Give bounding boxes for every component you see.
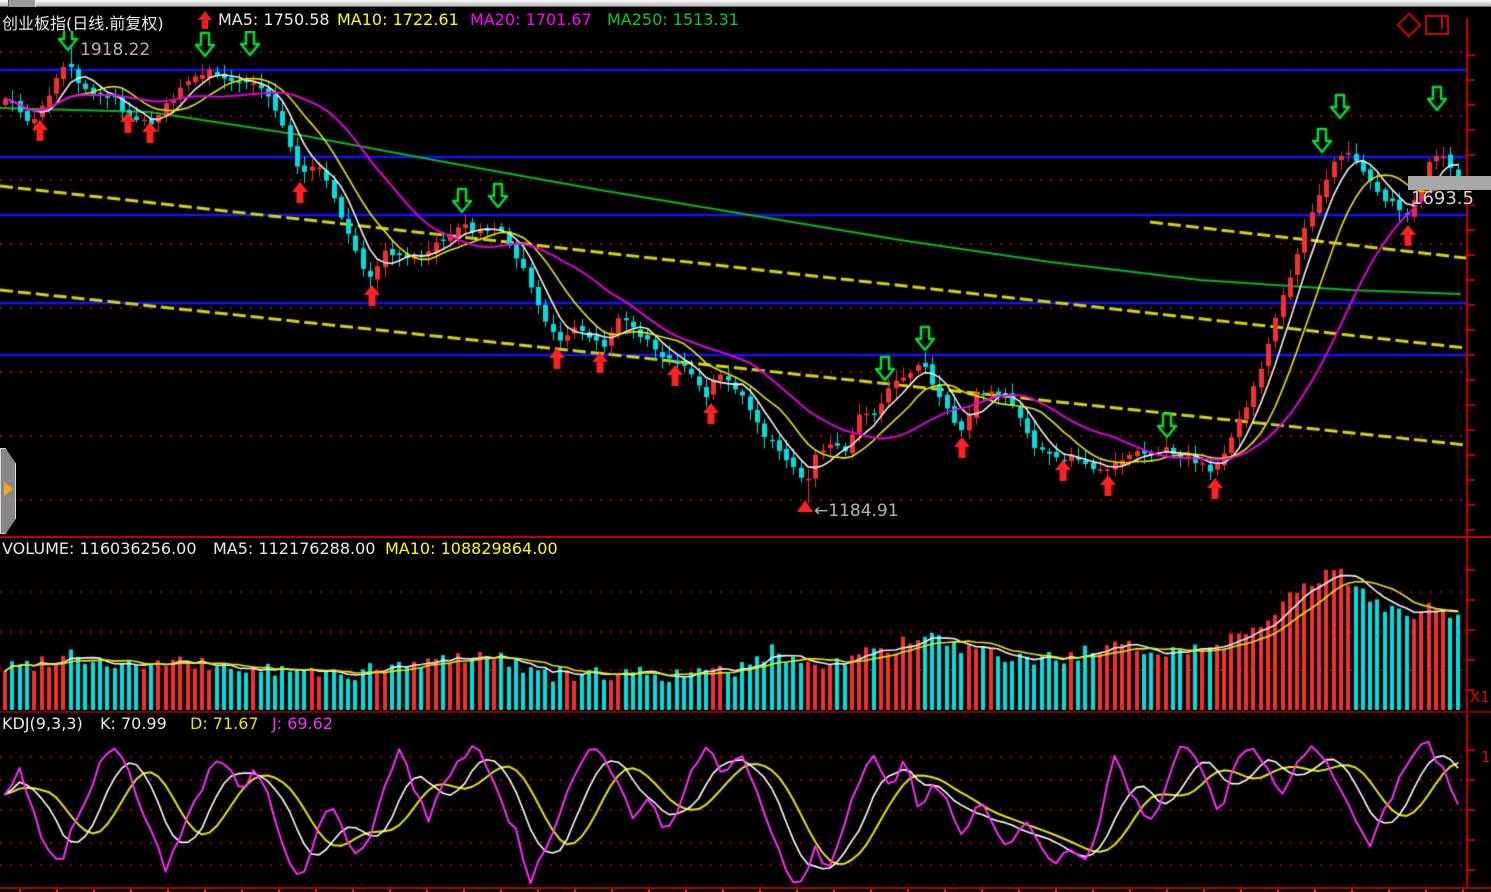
up-arrow-icon [198, 11, 213, 29]
volume-scale-label: X1 [1470, 688, 1490, 706]
last-price-label: 1693.5 [1411, 188, 1474, 209]
volume-chart-canvas[interactable] [0, 538, 1491, 711]
pane-divider-main-volume[interactable] [0, 536, 1491, 538]
kdj-k-value: K: 70.99 [100, 714, 167, 733]
expand-arrow-icon [4, 482, 13, 496]
kdj-header: KDJ(9,3,3) K: 70.99 D: 71.67 J: 69.62 [0, 714, 1460, 736]
ma5-legend: MA5: 1750.58 [218, 10, 330, 29]
kdj-indicator-name: KDJ(9,3,3) [2, 714, 83, 733]
toolbar-bottom-strip [0, 0, 1491, 7]
sidebar-expand-handle[interactable] [0, 448, 16, 534]
price-chart-canvas[interactable] [0, 31, 1491, 536]
ma20-legend: MA20: 1701.67 [470, 10, 592, 29]
volume-header: VOLUME: 116036256.00 MA5: 112176288.00 M… [0, 539, 1460, 561]
toolbar-notch [8, 0, 36, 7]
kdj-j-value: J: 69.62 [272, 714, 333, 733]
kdj-d-value: D: 71.67 [190, 714, 259, 733]
volume-value: VOLUME: 116036256.00 [2, 539, 197, 558]
volume-ma10-value: MA10: 108829864.00 [385, 539, 558, 558]
pane-divider-volume-kdj[interactable] [0, 711, 1491, 713]
kdj-chart-canvas[interactable] [0, 713, 1491, 892]
bottom-border [0, 887, 1491, 889]
ma10-legend: MA10: 1722.61 [337, 10, 459, 29]
chart-title-bar: 创业板指(日线.前复权) MA5: 1750.58 MA10: 1722.61 … [0, 7, 1491, 31]
trading-app-window: 创业板指(日线.前复权) MA5: 1750.58 MA10: 1722.61 … [0, 0, 1491, 892]
volume-ma5-value: MA5: 112176288.00 [213, 539, 375, 558]
ma250-legend: MA250: 1513.31 [607, 10, 739, 29]
high-price-label: 1918.22 [80, 40, 150, 60]
kdj-scale-label: 1 [1481, 748, 1491, 766]
low-price-label: ←1184.91 [814, 501, 899, 521]
